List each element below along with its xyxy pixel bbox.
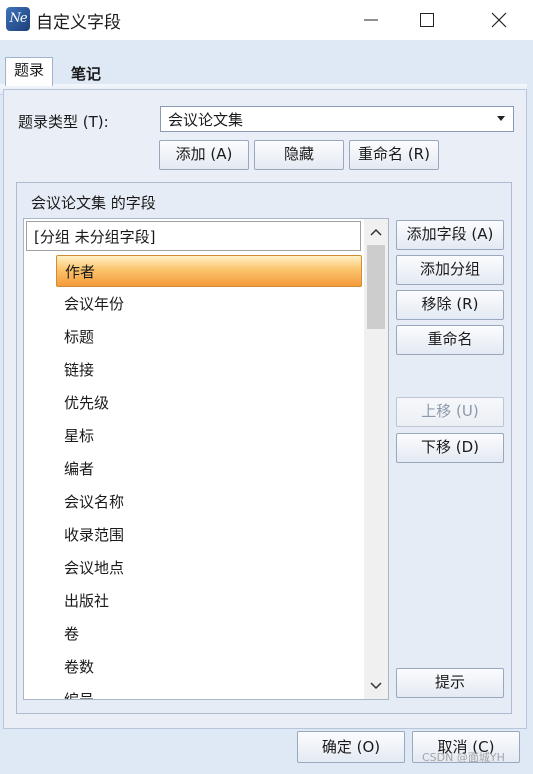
tab-notes[interactable]: 笔记 [63,62,109,87]
field-list-item[interactable]: 会议名称 [56,486,362,518]
add-group-button[interactable]: 添加分组 [396,255,504,285]
window-title: 自定义字段 [36,13,121,33]
hint-button[interactable]: 提示 [396,668,504,698]
minimize-icon [364,19,378,21]
chevron-down-icon [370,682,382,690]
fields-group-title: 会议论文集 的字段 [31,194,156,212]
field-list-item[interactable]: 收录范围 [56,519,362,551]
field-list-item[interactable]: 会议地点 [56,552,362,584]
minimize-button[interactable] [348,0,394,40]
record-type-value: 会议论文集 [168,111,244,129]
field-list-item[interactable]: 链接 [56,354,362,386]
field-list-item[interactable]: 编号 [56,684,362,699]
tab-panel: 题录类型 (T): 会议论文集 添加 (A) 隐藏 重命名 (R) 会议论文集 … [3,89,527,729]
field-list-item[interactable]: 编者 [56,453,362,485]
move-down-button[interactable]: 下移 (D) [396,433,504,463]
ok-button[interactable]: 确定 (O) [297,731,405,763]
move-up-button[interactable]: 上移 (U) [396,397,504,427]
field-list-item[interactable]: 会议年份 [56,288,362,320]
chevron-up-icon [370,228,382,236]
field-list-item[interactable]: 卷数 [56,651,362,683]
scroll-down-button[interactable] [364,675,388,697]
fields-group: 会议论文集 的字段 [分组 未分组字段] 作者 会议年份 标题 链接 优先级 星标 编者 会议… [16,182,512,714]
field-list-item[interactable]: 星标 [56,420,362,452]
maximize-icon [420,13,434,27]
remove-field-button[interactable]: 移除 (R) [396,290,504,320]
dropdown-arrow-icon [497,116,505,121]
record-type-select[interactable]: 会议论文集 [160,106,514,132]
add-type-button[interactable]: 添加 (A) [159,140,249,170]
scroll-thumb[interactable] [367,245,385,329]
record-type-label: 题录类型 (T): [18,113,109,131]
maximize-button[interactable] [404,0,450,40]
tab-records[interactable]: 题录 [5,57,54,86]
add-field-button[interactable]: 添加字段 (A) [396,220,504,250]
field-list-item[interactable]: 优先级 [56,387,362,419]
fields-list[interactable]: [分组 未分组字段] 作者 会议年份 标题 链接 优先级 星标 编者 会议名称 收录范围 会议地点… [23,218,389,700]
app-icon: Ne [6,7,30,31]
close-button[interactable] [476,0,522,40]
field-list-item[interactable]: 卷 [56,618,362,650]
list-scrollbar[interactable] [364,219,388,699]
field-list-item[interactable]: 出版社 [56,585,362,617]
rename-type-button[interactable]: 重命名 (R) [349,140,439,170]
field-list-item[interactable]: 标题 [56,321,362,353]
scroll-up-button[interactable] [364,221,388,243]
field-group-header[interactable]: [分组 未分组字段] [26,221,361,251]
watermark: CSDN @面城YH [422,751,505,764]
title-bar: Ne 自定义字段 [0,0,533,40]
rename-field-button[interactable]: 重命名 [396,325,504,355]
close-icon [491,12,507,28]
field-list-item[interactable]: 作者 [56,255,362,287]
dialog-client: 题录 笔记 题录类型 (T): 会议论文集 添加 (A) 隐藏 重命名 (R) … [0,40,533,774]
hide-type-button[interactable]: 隐藏 [254,140,344,170]
tab-strip: 题录 笔记 [0,45,533,95]
